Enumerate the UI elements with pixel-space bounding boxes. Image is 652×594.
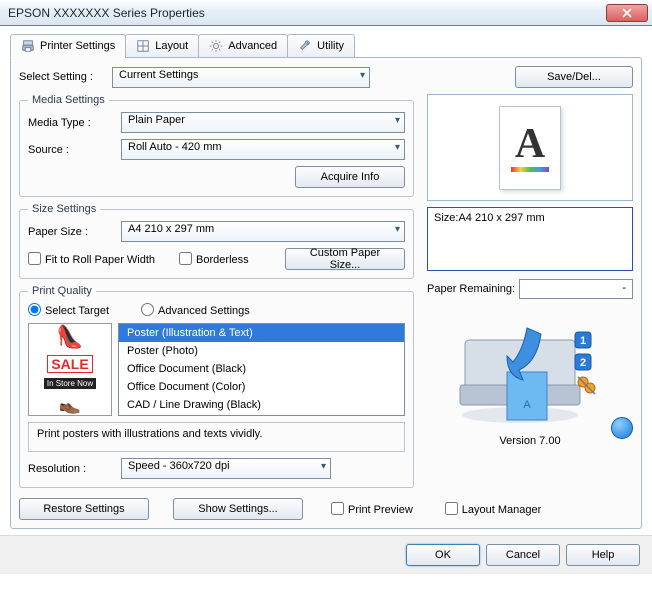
print-preview-checkbox[interactable]: Print Preview — [331, 502, 413, 516]
help-button[interactable]: Help — [566, 544, 640, 566]
source-label: Source : — [28, 144, 113, 156]
letter-a-icon: A — [515, 123, 545, 165]
paper-size-label: Paper Size : — [28, 226, 113, 238]
printer-large-icon: A 1 2 — [445, 310, 615, 430]
dialog-button-bar: OK Cancel Help — [0, 535, 652, 574]
fit-roll-checkbox[interactable]: Fit to Roll Paper Width — [28, 252, 155, 266]
layout-manager-input[interactable] — [445, 502, 458, 515]
tab-printer-settings[interactable]: Printer Settings — [10, 34, 126, 58]
window-title: EPSON XXXXXXX Series Properties — [8, 6, 606, 20]
print-preview-input[interactable] — [331, 502, 344, 515]
target-item-1[interactable]: Poster (Photo) — [119, 342, 404, 360]
tab-layout[interactable]: Layout — [125, 34, 199, 58]
print-quality-legend: Print Quality — [28, 285, 96, 297]
paper-remaining-row: Paper Remaining: - — [427, 279, 633, 299]
target-preview-thumb: 👠 SALE In Store Now 👞 — [28, 323, 112, 416]
target-description: Print posters with illustrations and tex… — [28, 422, 405, 452]
resolution-combo[interactable]: Speed - 360x720 dpi — [121, 458, 331, 479]
close-button[interactable] — [606, 4, 648, 22]
tab-label: Utility — [317, 40, 344, 52]
advanced-settings-input[interactable] — [141, 303, 154, 316]
custom-paper-size-button[interactable]: Custom Paper Size... — [285, 248, 405, 270]
ok-button[interactable]: OK — [406, 544, 480, 566]
paper-remaining-field: - — [519, 279, 633, 299]
target-item-4[interactable]: CAD / Line Drawing (Black) — [119, 396, 404, 414]
layout-icon — [136, 39, 150, 53]
size-info-box: Size:A4 210 x 297 mm — [427, 207, 633, 271]
select-setting-label: Select Setting : — [19, 71, 104, 83]
tab-utility[interactable]: Utility — [287, 34, 355, 58]
version-text: Version 7.00 — [499, 435, 560, 447]
panel-bottom-row: Restore Settings Show Settings... Print … — [19, 494, 633, 520]
paper-size-combo[interactable]: A4 210 x 297 mm — [121, 221, 405, 242]
show-settings-button[interactable]: Show Settings... — [173, 498, 303, 520]
page-thumb: A — [499, 106, 561, 190]
source-combo[interactable]: Roll Auto - 420 mm — [121, 139, 405, 160]
svg-text:A: A — [523, 399, 531, 411]
target-list[interactable]: Poster (Illustration & Text) Poster (Pho… — [118, 323, 405, 416]
select-target-radio[interactable]: Select Target — [28, 303, 109, 317]
media-settings-legend: Media Settings — [28, 94, 109, 106]
title-bar: EPSON XXXXXXX Series Properties — [0, 0, 652, 26]
fit-roll-input[interactable] — [28, 252, 41, 265]
target-item-0[interactable]: Poster (Illustration & Text) — [119, 324, 404, 342]
tab-bar: Printer Settings Layout Advanced Utility — [10, 34, 642, 58]
pump-icon: 👠 — [56, 324, 83, 350]
printer-illustration: A 1 2 — [427, 305, 633, 435]
media-type-label: Media Type : — [28, 117, 113, 129]
advanced-settings-radio[interactable]: Advanced Settings — [141, 303, 250, 317]
cancel-button[interactable]: Cancel — [486, 544, 560, 566]
media-settings-group: Media Settings Media Type : Plain Paper … — [19, 94, 414, 197]
printer-settings-panel: Select Setting : Current Settings Save/D… — [10, 57, 642, 529]
select-target-input[interactable] — [28, 303, 41, 316]
svg-text:1: 1 — [580, 335, 586, 347]
shoe-icon: 👞 — [59, 394, 81, 415]
version-row: Version 7.00 — [427, 435, 633, 447]
wrench-icon — [298, 39, 312, 53]
size-settings-group: Size Settings Paper Size : A4 210 x 297 … — [19, 203, 414, 279]
rainbow-bar-icon — [511, 167, 549, 172]
media-type-combo[interactable]: Plain Paper — [121, 112, 405, 133]
target-item-2[interactable]: Office Document (Black) — [119, 360, 404, 378]
tab-label: Advanced — [228, 40, 277, 52]
svg-text:2: 2 — [580, 357, 586, 369]
print-quality-group: Print Quality Select Target Advanced Set… — [19, 285, 414, 488]
page-preview: A — [427, 94, 633, 201]
restore-settings-button[interactable]: Restore Settings — [19, 498, 149, 520]
select-setting-combo-wrap: Current Settings — [112, 67, 370, 88]
paper-remaining-label: Paper Remaining: — [427, 283, 515, 295]
target-item-3[interactable]: Office Document (Color) — [119, 378, 404, 396]
size-settings-legend: Size Settings — [28, 203, 100, 215]
instore-text: In Store Now — [44, 378, 96, 389]
sale-text: SALE — [47, 355, 92, 373]
select-setting-row: Select Setting : Current Settings Save/D… — [19, 66, 633, 88]
tab-advanced[interactable]: Advanced — [198, 34, 288, 58]
tab-label: Layout — [155, 40, 188, 52]
size-info-text: Size:A4 210 x 297 mm — [434, 212, 545, 224]
resolution-label: Resolution : — [28, 463, 113, 475]
layout-manager-checkbox[interactable]: Layout Manager — [445, 502, 542, 516]
save-del-button[interactable]: Save/Del... — [515, 66, 633, 88]
globe-icon[interactable] — [611, 417, 633, 439]
tab-label: Printer Settings — [40, 40, 115, 52]
acquire-info-button[interactable]: Acquire Info — [295, 166, 405, 188]
borderless-input[interactable] — [179, 252, 192, 265]
printer-icon — [21, 39, 35, 53]
close-icon — [622, 8, 632, 18]
borderless-checkbox[interactable]: Borderless — [179, 252, 249, 266]
gear-icon — [209, 39, 223, 53]
select-setting-combo[interactable]: Current Settings — [112, 67, 370, 88]
